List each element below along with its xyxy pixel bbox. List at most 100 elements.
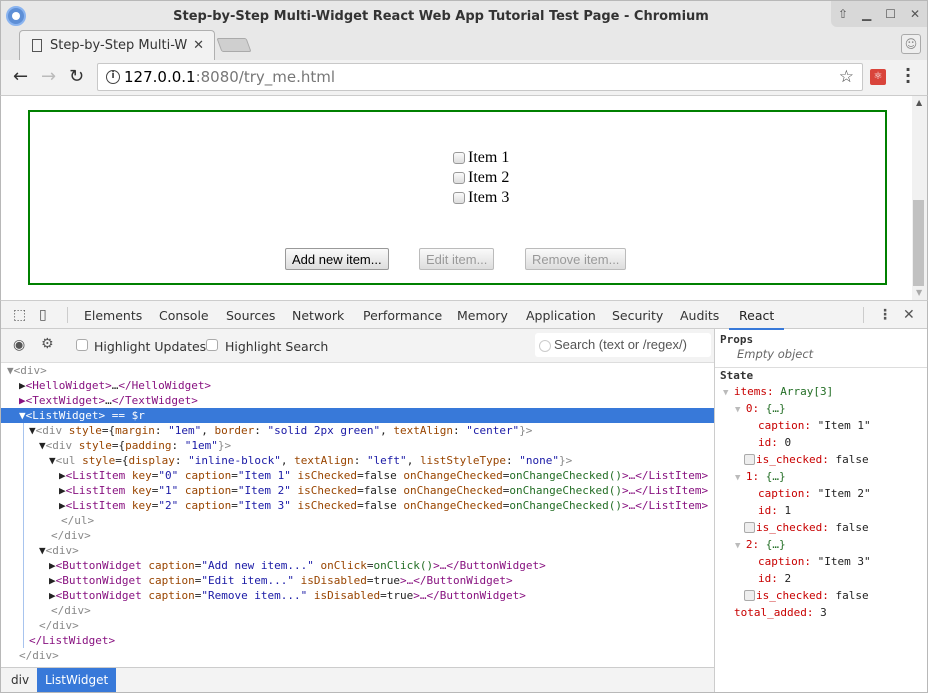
- item-list: Item 1 Item 2 Item 3: [453, 148, 509, 208]
- info-icon[interactable]: i: [106, 70, 120, 84]
- state-checked-row: is_checked: false: [744, 452, 869, 467]
- tab-elements[interactable]: Elements: [84, 308, 142, 323]
- tab-application[interactable]: Application: [526, 308, 596, 323]
- tree-row[interactable]: </div>: [1, 528, 714, 543]
- tab-title: Step-by-Step Multi-W: [50, 38, 188, 53]
- tab-console[interactable]: Console: [159, 308, 209, 323]
- tree-row[interactable]: ▶<ListItem key="0" caption="Item 1" isCh…: [1, 468, 714, 483]
- tree-row[interactable]: ▼<div style={margin: "1em", border: "sol…: [1, 423, 714, 438]
- tree-row[interactable]: </div>: [1, 648, 714, 663]
- tree-row[interactable]: ▶<ListItem key="1" caption="Item 2" isCh…: [1, 483, 714, 498]
- react-toolbar: ◉ ⚙ Highlight Updates Highlight Search S…: [1, 329, 714, 363]
- list-item: Item 3: [453, 188, 509, 208]
- url-host: 127.0.0.1: [124, 68, 196, 86]
- inspect-element-icon[interactable]: ⬚: [13, 307, 26, 323]
- back-icon[interactable]: ←: [13, 66, 28, 87]
- state-checked-row: is_checked: false: [744, 520, 869, 535]
- highlight-search-label: Highlight Search: [225, 339, 329, 354]
- highlight-search-checkbox[interactable]: [206, 339, 218, 351]
- state-items-row[interactable]: ▼ items: Array[3]: [723, 384, 833, 399]
- remove-item-button[interactable]: Remove item...: [525, 248, 627, 270]
- tree-row[interactable]: </div>: [1, 603, 714, 618]
- scroll-up-icon[interactable]: ▲: [916, 98, 922, 107]
- minimize-icon[interactable]: ▁: [862, 7, 871, 21]
- add-new-item-button[interactable]: Add new item...: [285, 248, 389, 270]
- component-tree: ▼<div> ▶<HelloWidget>…</HelloWidget> ▶<T…: [1, 363, 714, 667]
- list-widget: Item 1 Item 2 Item 3 Add new item... Edi…: [28, 110, 887, 285]
- window-controls: ⇧ ▁ ☐ ✕: [831, 1, 927, 27]
- tab-network[interactable]: Network: [292, 308, 344, 323]
- tree-row[interactable]: ▼<div>: [1, 543, 714, 558]
- tree-row[interactable]: ▶<ButtonWidget caption="Edit item..." is…: [1, 573, 714, 588]
- tab-react[interactable]: React: [728, 308, 785, 330]
- state-entry-row[interactable]: ▼ 0: {…}: [735, 401, 786, 416]
- bookmark-star-icon[interactable]: ☆: [839, 67, 854, 87]
- new-tab-button[interactable]: [216, 38, 252, 52]
- profile-icon[interactable]: ☺: [901, 34, 921, 54]
- tree-row[interactable]: ▼<div>: [1, 363, 714, 378]
- window-title: Step-by-Step Multi-Widget React Web App …: [173, 9, 709, 24]
- tree-row[interactable]: </ListWidget>: [1, 633, 714, 648]
- breadcrumb-div[interactable]: div: [3, 668, 37, 692]
- browser-tab[interactable]: Step-by-Step Multi-W ✕: [19, 30, 215, 60]
- close-window-icon[interactable]: ✕: [910, 7, 920, 21]
- list-item: Item 1: [453, 148, 509, 168]
- edit-item-button[interactable]: Edit item...: [419, 248, 495, 270]
- address-bar[interactable]: i 127.0.0.1:8080/try_me.html ☆: [97, 63, 863, 91]
- devtools-tabbar: ⬚ ▯ Elements Console Sources Network Per…: [1, 301, 927, 330]
- item-label: Item 1: [468, 149, 510, 166]
- scroll-down-icon[interactable]: ▼: [916, 288, 922, 297]
- state-entry-row[interactable]: ▼ 1: {…}: [735, 469, 786, 484]
- browser-menu-icon[interactable]: · · ·: [904, 62, 912, 90]
- close-devtools-icon[interactable]: ✕: [903, 307, 915, 323]
- highlight-updates-label: Highlight Updates: [94, 339, 207, 354]
- settings-gear-icon[interactable]: ⚙: [41, 336, 54, 352]
- device-toolbar-icon[interactable]: ▯: [39, 307, 47, 323]
- props-heading: Props: [720, 333, 754, 346]
- tree-row[interactable]: ▶<ButtonWidget caption="Add new item..."…: [1, 558, 714, 573]
- tab-strip: Step-by-Step Multi-W ✕ ☺: [0, 30, 928, 60]
- state-caption-row: caption: "Item 2": [758, 487, 871, 500]
- state-caption-row: caption: "Item 3": [758, 555, 871, 568]
- tab-security[interactable]: Security: [612, 308, 663, 323]
- item-checkbox[interactable]: [453, 192, 465, 204]
- tree-row[interactable]: ▶<HelloWidget>…</HelloWidget>: [1, 378, 714, 393]
- tree-row[interactable]: ▼<ul style={display: "inline-block", tex…: [1, 453, 714, 468]
- reload-icon[interactable]: ↻: [69, 66, 84, 87]
- scrollbar-thumb[interactable]: [913, 200, 924, 286]
- highlight-updates-checkbox[interactable]: [76, 339, 88, 351]
- browser-toolbar: ← → ↻ i 127.0.0.1:8080/try_me.html ☆ ⚛ ·…: [0, 60, 928, 96]
- tree-row[interactable]: ▶<ButtonWidget caption="Remove item..." …: [1, 588, 714, 603]
- tab-sources[interactable]: Sources: [226, 308, 275, 323]
- tree-row[interactable]: ▼<div style={padding: "1em"}>: [1, 438, 714, 453]
- forward-icon[interactable]: →: [41, 66, 56, 87]
- tree-row[interactable]: ▶<ListItem key="2" caption="Item 3" isCh…: [1, 498, 714, 513]
- tree-row[interactable]: </ul>: [1, 513, 714, 528]
- tree-row-selected[interactable]: ▼<ListWidget> == $r: [1, 408, 714, 423]
- state-checkbox[interactable]: [744, 590, 755, 601]
- url-path: :8080/try_me.html: [195, 68, 336, 86]
- state-id-row: id: 2: [758, 572, 792, 585]
- maximize-icon[interactable]: ☐: [885, 7, 896, 21]
- window-up-icon[interactable]: ⇧: [838, 7, 848, 21]
- component-search-input[interactable]: Search (text or /regex/): [535, 333, 711, 357]
- select-element-icon[interactable]: ◉: [13, 337, 25, 353]
- divider: [67, 307, 68, 323]
- tab-memory[interactable]: Memory: [457, 308, 508, 323]
- item-checkbox[interactable]: [453, 152, 465, 164]
- state-entry-row[interactable]: ▼ 2: {…}: [735, 537, 786, 552]
- state-checkbox[interactable]: [744, 522, 755, 533]
- close-tab-icon[interactable]: ✕: [193, 38, 204, 53]
- tab-audits[interactable]: Audits: [680, 308, 719, 323]
- props-empty: Empty object: [737, 347, 814, 361]
- item-checkbox[interactable]: [453, 172, 465, 184]
- react-devtools-extension-icon[interactable]: ⚛: [870, 69, 886, 85]
- tree-row[interactable]: </div>: [1, 618, 714, 633]
- state-checked-row: is_checked: false: [744, 588, 869, 603]
- tab-performance[interactable]: Performance: [363, 308, 442, 323]
- tree-row[interactable]: ▶<TextWidget>…</TextWidget>: [1, 393, 714, 408]
- breadcrumb-listwidget[interactable]: ListWidget: [37, 668, 117, 692]
- devtools-menu-icon[interactable]: ⋮: [878, 307, 892, 323]
- page-scrollbar[interactable]: ▲ ▼: [912, 96, 928, 300]
- state-checkbox[interactable]: [744, 454, 755, 465]
